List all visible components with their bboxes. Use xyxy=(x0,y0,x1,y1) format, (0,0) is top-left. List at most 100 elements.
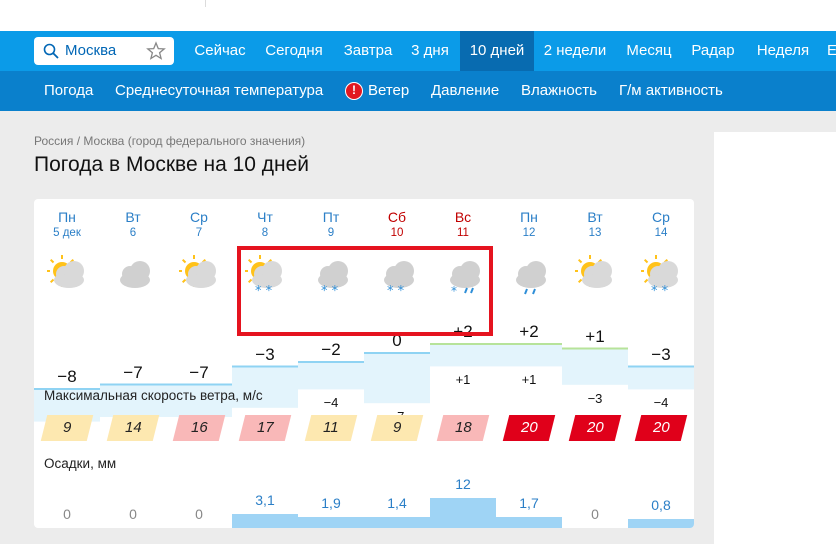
precip-value: 0,8 xyxy=(651,496,671,513)
wind-speed-value: 9 xyxy=(392,419,402,436)
precip-value: 1,4 xyxy=(387,495,407,512)
wind-speed-value: 9 xyxy=(62,419,72,436)
day-column[interactable]: Вт 13 +1 −3 20 0 xyxy=(562,199,628,528)
day-name: Вт xyxy=(587,209,603,225)
wind-speed-badge: 9 xyxy=(40,415,94,441)
search-value[interactable]: Москва xyxy=(65,42,116,59)
wind-speed-badge: 17 xyxy=(238,415,292,441)
day-date: 7 xyxy=(195,227,203,239)
wind-speed-value: 20 xyxy=(586,419,604,436)
day-column[interactable]: Вт6−7−10140 xyxy=(100,199,166,528)
main-nav: Москва Сейчас Сегодня Завтра 3 дня 10 дн… xyxy=(0,31,836,71)
wind-speed-badge: 16 xyxy=(172,415,226,441)
temp-max: −3 xyxy=(255,344,275,364)
wind-speed-badge: 20 xyxy=(502,415,556,441)
divider xyxy=(205,0,206,7)
star-icon[interactable] xyxy=(146,41,166,61)
wind-speed-value: 20 xyxy=(652,419,670,436)
subnav-weather[interactable]: Погода xyxy=(44,71,93,111)
day-name: Пн xyxy=(520,209,538,225)
day-name: Пн xyxy=(58,209,76,225)
alert-icon: ! xyxy=(345,82,363,100)
day-name: Пт xyxy=(322,209,340,225)
svg-text:* *: * * xyxy=(651,284,669,297)
partly-cloudy-icon xyxy=(46,249,87,297)
temp-max: −3 xyxy=(651,344,671,364)
partly-cloudy-icon xyxy=(178,249,219,297)
day-date: 13 xyxy=(588,227,602,239)
temp-min: −4 xyxy=(323,395,339,411)
precip-value: 0 xyxy=(591,506,599,522)
temp-max: −7 xyxy=(123,362,143,382)
cloudy-rain-icon xyxy=(509,249,549,297)
precip-bar xyxy=(364,517,430,528)
tab-more[interactable]: Е xyxy=(822,31,836,71)
day-date: 6 xyxy=(129,227,137,239)
day-column[interactable]: Пн 12 +2 +1 20 1,7 xyxy=(496,199,562,528)
tab-tomorrow[interactable]: Завтра xyxy=(335,31,401,71)
tab-radar[interactable]: Радар xyxy=(684,31,742,71)
highlight-box xyxy=(237,246,493,336)
tab-3-days[interactable]: 3 дня xyxy=(405,31,455,71)
wind-speed-value: 17 xyxy=(256,419,274,436)
tab-month[interactable]: Месяц xyxy=(620,31,678,71)
day-column[interactable]: Ср7−7−10160 xyxy=(166,199,232,528)
precip-value: 12 xyxy=(455,476,471,492)
temp-min: −4 xyxy=(653,395,669,411)
tab-now[interactable]: Сейчас xyxy=(187,31,253,71)
day-name: Ср xyxy=(652,209,670,225)
subnav-wind[interactable]: Ветер xyxy=(368,71,409,111)
day-name: Чт xyxy=(257,209,273,225)
wind-speed-badge: 20 xyxy=(634,415,688,441)
temp-max: +2 xyxy=(519,322,539,341)
wind-speed-value: 11 xyxy=(323,419,339,436)
breadcrumb-country[interactable]: Россия xyxy=(34,134,73,148)
subnav-geomagnetic[interactable]: Г/м активность xyxy=(619,71,723,111)
partly-cloudy-snow-icon: * * xyxy=(640,249,681,299)
wind-speed-badge: 20 xyxy=(568,415,622,441)
breadcrumb: Россия / Москва (город федерального знач… xyxy=(34,134,305,148)
temp-max: +1 xyxy=(585,326,605,346)
precip-value: 3,1 xyxy=(255,492,275,509)
search-input[interactable]: Москва xyxy=(34,37,174,65)
precip-bar xyxy=(628,518,694,528)
day-date: 11 xyxy=(457,227,469,239)
day-date: 5 дек xyxy=(53,227,81,239)
search-icon[interactable] xyxy=(43,43,59,59)
right-panel xyxy=(714,132,836,544)
wind-speed-badge: 18 xyxy=(436,415,490,441)
precip-value: 1,9 xyxy=(321,494,341,511)
day-date: 14 xyxy=(654,227,668,239)
temp-min: +1 xyxy=(455,372,471,388)
day-date: 8 xyxy=(261,227,269,239)
wind-speed-value: 18 xyxy=(454,419,472,436)
day-name: Вс xyxy=(454,209,472,225)
day-date: 9 xyxy=(327,227,335,239)
day-date: 12 xyxy=(522,227,536,239)
breadcrumb-city[interactable]: Москва (город федерального значения) xyxy=(83,134,305,148)
day-name: Вт xyxy=(125,209,141,225)
tab-10-days[interactable]: 10 дней xyxy=(460,31,534,71)
tab-today[interactable]: Сегодня xyxy=(257,31,331,71)
tab-week[interactable]: Неделя xyxy=(750,31,816,71)
wind-speed-badge: 9 xyxy=(370,415,424,441)
temp-min: +1 xyxy=(521,372,537,388)
day-name: Ср xyxy=(190,209,208,225)
cloudy-icon xyxy=(113,249,153,297)
precip-value: 0 xyxy=(63,506,71,522)
temp-max: −2 xyxy=(321,340,341,359)
subnav-humidity[interactable]: Влажность xyxy=(521,71,597,111)
precip-bar xyxy=(298,516,364,528)
precip-bar xyxy=(430,498,496,528)
day-column[interactable]: Пн5 дек−8−1190 xyxy=(34,199,100,528)
tab-2-weeks[interactable]: 2 недели xyxy=(538,31,612,71)
day-column[interactable]: Ср 14 * * −3 −4 20 0,8 xyxy=(628,199,694,528)
wind-speed-badge: 14 xyxy=(106,415,160,441)
precip-value: 0 xyxy=(129,506,137,522)
temp-max: −8 xyxy=(57,367,77,386)
page-title: Погода в Москве на 10 дней xyxy=(34,153,310,176)
breadcrumb-separator: / xyxy=(76,134,81,148)
subnav-avg-temp[interactable]: Среднесуточная температура xyxy=(115,71,323,111)
precip-value: 0 xyxy=(195,506,203,522)
subnav-pressure[interactable]: Давление xyxy=(431,71,499,111)
